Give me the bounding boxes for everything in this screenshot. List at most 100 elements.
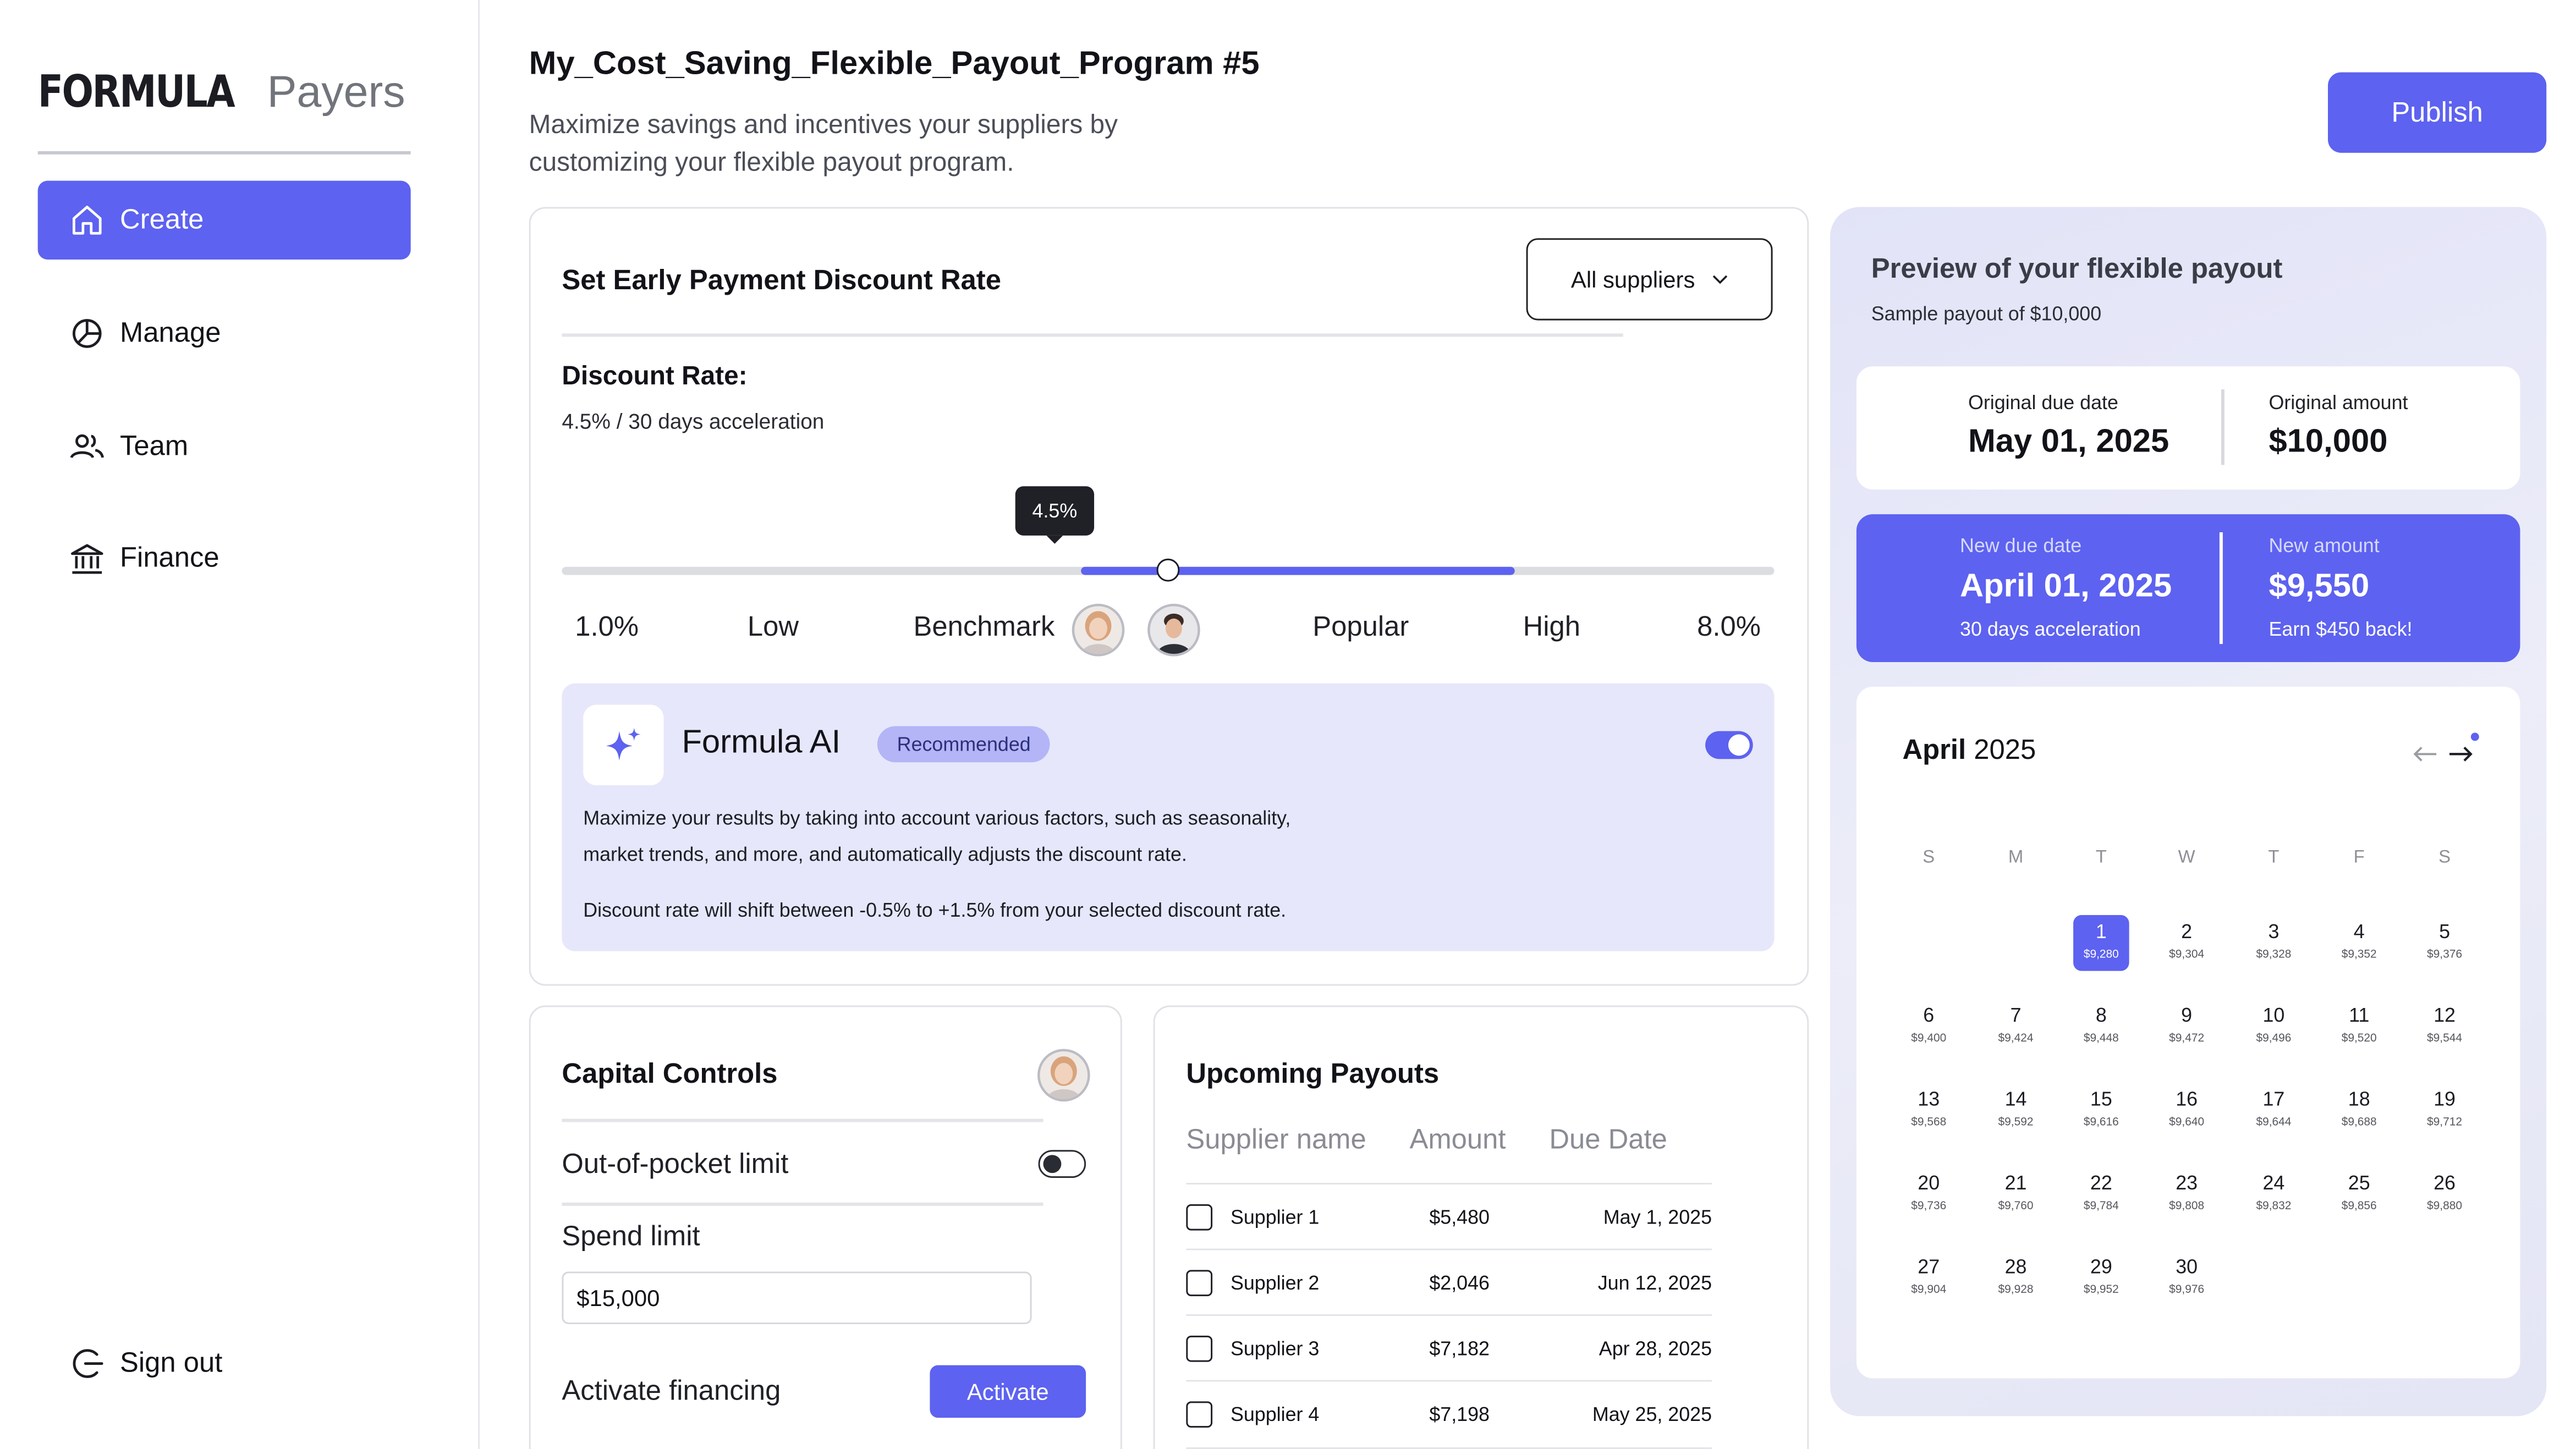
day-payout: $9,568 bbox=[1911, 1117, 1947, 1129]
orig-amount-label: Original amount bbox=[2269, 391, 2408, 414]
row-checkbox[interactable] bbox=[1186, 1270, 1213, 1297]
day-payout: $9,472 bbox=[2169, 1033, 2205, 1045]
new-amount: $9,550 bbox=[2269, 568, 2370, 605]
weekday-label: W bbox=[2178, 847, 2195, 868]
calendar-day[interactable]: 14 $9,592 bbox=[1988, 1083, 2044, 1139]
calendar-day[interactable]: 29 $9,952 bbox=[2073, 1250, 2129, 1306]
sidebar-item-team[interactable]: Team bbox=[38, 407, 411, 486]
day-number: 14 bbox=[2004, 1087, 2027, 1111]
avatar bbox=[1150, 606, 1198, 654]
table-row[interactable]: Supplier 3 $7,182 Apr 28, 2025 bbox=[1186, 1314, 1712, 1381]
calendar-day[interactable]: 7 $9,424 bbox=[1988, 999, 2044, 1055]
day-payout: $9,760 bbox=[1998, 1200, 2034, 1213]
calendar-day[interactable]: 2 $9,304 bbox=[2158, 915, 2215, 971]
calendar-day[interactable]: 13 $9,568 bbox=[1901, 1083, 1957, 1139]
calendar-day[interactable]: 28 $9,928 bbox=[1988, 1250, 2044, 1306]
calendar-day[interactable]: 30 $9,976 bbox=[2158, 1250, 2215, 1306]
day-number: 16 bbox=[2176, 1087, 2198, 1111]
sidebar-item-create[interactable]: Create bbox=[37, 180, 411, 260]
supplier-filter-select[interactable]: All suppliers bbox=[1526, 238, 1773, 321]
row-checkbox[interactable] bbox=[1186, 1204, 1213, 1231]
activate-button[interactable]: Activate bbox=[930, 1365, 1086, 1418]
sidebar-item-manage[interactable]: Manage bbox=[38, 294, 411, 373]
brand-name: FORMULA bbox=[37, 67, 235, 119]
oop-limit-toggle[interactable] bbox=[1038, 1150, 1086, 1178]
publish-button[interactable]: Publish bbox=[2328, 72, 2547, 153]
preview-sample: Sample payout of $10,000 bbox=[1871, 302, 2102, 326]
weekday-label: S bbox=[2438, 847, 2451, 868]
day-number: 13 bbox=[1918, 1087, 1940, 1111]
day-payout: $9,928 bbox=[1998, 1285, 2034, 1297]
calendar-day[interactable]: 22 $9,784 bbox=[2073, 1166, 2129, 1222]
sidebar-item-finance[interactable]: Finance bbox=[38, 519, 411, 598]
day-number: 17 bbox=[2262, 1087, 2285, 1111]
calendar-day[interactable]: 10 $9,496 bbox=[2246, 999, 2302, 1055]
formula-ai-panel: Formula AI Recommended Maximize your res… bbox=[562, 683, 1775, 951]
day-payout: $9,592 bbox=[1998, 1117, 2034, 1129]
calendar-day[interactable]: 1 $9,280 bbox=[2073, 915, 2129, 971]
day-payout: $9,712 bbox=[2427, 1117, 2463, 1129]
discount-heading: Set Early Payment Discount Rate bbox=[562, 264, 1001, 296]
bank-icon bbox=[69, 541, 105, 577]
column-header-amount[interactable]: Amount bbox=[1410, 1123, 1506, 1156]
calendar-day[interactable]: 16 $9,640 bbox=[2158, 1083, 2215, 1139]
calendar-day[interactable]: 17 $9,644 bbox=[2246, 1083, 2302, 1139]
brand-sub: Payers bbox=[267, 67, 405, 117]
calendar-day[interactable]: 15 $9,616 bbox=[2073, 1083, 2129, 1139]
spend-limit-input[interactable]: $15,000 bbox=[562, 1271, 1032, 1324]
calendar-day[interactable]: 25 $9,856 bbox=[2331, 1166, 2387, 1222]
pie-chart-icon bbox=[69, 316, 105, 352]
day-number: 26 bbox=[2434, 1171, 2456, 1194]
day-number: 10 bbox=[2262, 1004, 2285, 1027]
divider bbox=[562, 1202, 1043, 1205]
weekday-label: S bbox=[1923, 847, 1935, 868]
day-number: 4 bbox=[2353, 920, 2365, 943]
column-header-due-date[interactable]: Due Date bbox=[1549, 1123, 1667, 1156]
logo: FORMULA Payers bbox=[38, 66, 405, 120]
supplier-name: Supplier 4 bbox=[1230, 1403, 1320, 1426]
calendar-day[interactable]: 3 $9,328 bbox=[2246, 915, 2302, 971]
formula-ai-toggle[interactable] bbox=[1705, 731, 1753, 759]
table-row[interactable]: Supplier 2 $2,046 Jun 12, 2025 bbox=[1186, 1248, 1712, 1316]
calendar-day[interactable]: 8 $9,448 bbox=[2073, 999, 2129, 1055]
arrow-left-icon[interactable] bbox=[2412, 742, 2438, 772]
day-payout: $9,616 bbox=[2083, 1117, 2119, 1129]
day-number: 18 bbox=[2348, 1087, 2370, 1111]
calendar-day[interactable]: 4 $9,352 bbox=[2331, 915, 2387, 971]
divider bbox=[562, 1119, 1043, 1121]
slider-thumb[interactable] bbox=[1156, 558, 1180, 582]
day-number: 11 bbox=[2349, 1004, 2370, 1027]
row-checkbox[interactable] bbox=[1186, 1401, 1213, 1428]
calendar-day[interactable]: 23 $9,808 bbox=[2158, 1166, 2215, 1222]
weekday-label: T bbox=[2095, 847, 2107, 868]
calendar-day[interactable]: 18 $9,688 bbox=[2331, 1083, 2387, 1139]
page-subtitle: Maximize savings and incentives your sup… bbox=[529, 112, 1118, 178]
recommended-badge: Recommended bbox=[877, 726, 1051, 763]
calendar-day[interactable]: 20 $9,736 bbox=[1901, 1166, 1957, 1222]
day-number: 12 bbox=[2434, 1004, 2456, 1027]
tick-high: High bbox=[1523, 611, 1581, 643]
calendar-day[interactable]: 24 $9,832 bbox=[2246, 1166, 2302, 1222]
calendar-day[interactable]: 5 $9,376 bbox=[2416, 915, 2473, 971]
calendar-day[interactable]: 19 $9,712 bbox=[2416, 1083, 2473, 1139]
sign-out-button[interactable]: Sign out bbox=[38, 1324, 411, 1403]
calendar-day[interactable]: 27 $9,904 bbox=[1901, 1250, 1957, 1306]
calendar-day[interactable]: 21 $9,760 bbox=[1988, 1166, 2044, 1222]
calendar-day[interactable]: 12 $9,544 bbox=[2416, 999, 2473, 1055]
calendar-day[interactable]: 26 $9,880 bbox=[2416, 1166, 2473, 1222]
divider bbox=[2219, 532, 2222, 644]
column-header-supplier[interactable]: Supplier name bbox=[1186, 1123, 1366, 1156]
day-payout: $9,376 bbox=[2427, 949, 2463, 961]
row-checkbox[interactable] bbox=[1186, 1335, 1213, 1362]
day-payout: $9,688 bbox=[2341, 1117, 2377, 1129]
calendar-day[interactable]: 6 $9,400 bbox=[1901, 999, 1957, 1055]
day-number: 23 bbox=[2176, 1171, 2198, 1194]
orig-amount: $10,000 bbox=[2269, 423, 2388, 460]
table-row[interactable]: Supplier 4 $7,198 May 25, 2025 bbox=[1186, 1380, 1712, 1449]
table-row[interactable]: Supplier 1 $5,480 May 1, 2025 bbox=[1186, 1183, 1712, 1250]
calendar-month: April bbox=[1902, 734, 1967, 766]
calendar-day[interactable]: 11 $9,520 bbox=[2331, 999, 2387, 1055]
calendar-title: April 2025 bbox=[1902, 734, 2036, 767]
arrow-right-icon[interactable] bbox=[2448, 742, 2474, 772]
calendar-day[interactable]: 9 $9,472 bbox=[2158, 999, 2215, 1055]
